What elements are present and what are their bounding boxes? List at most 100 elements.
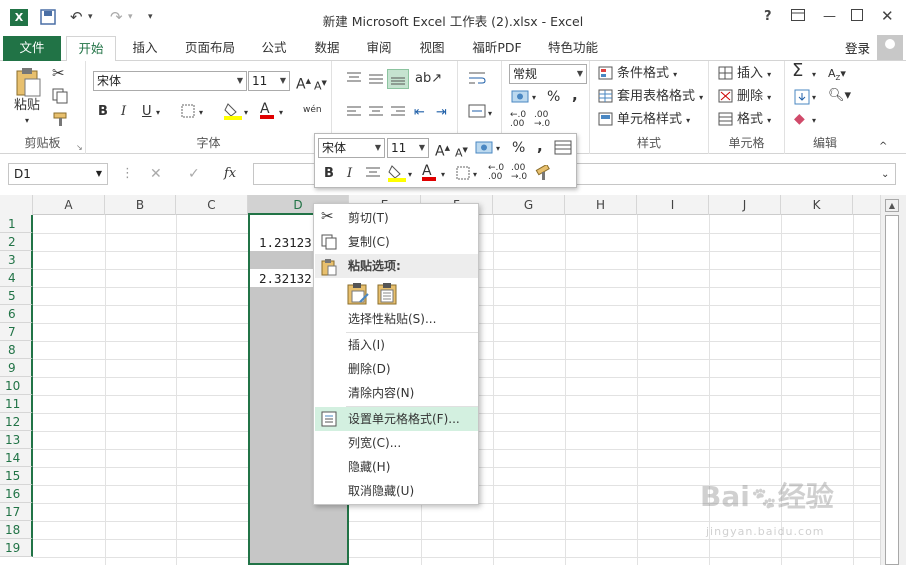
- clipboard-launcher-icon[interactable]: ↘: [76, 140, 83, 156]
- help-button[interactable]: ?: [764, 9, 772, 24]
- mini-font-size-combo[interactable]: 11 ▼: [387, 138, 429, 158]
- mini-italic-button[interactable]: I: [347, 166, 352, 182]
- menu-item-delete[interactable]: 删除(D): [315, 357, 478, 381]
- row-header[interactable]: 8: [0, 341, 33, 359]
- align-middle-icon[interactable]: [368, 71, 384, 90]
- underline-button[interactable]: U: [142, 104, 152, 120]
- copy-icon[interactable]: [52, 88, 70, 109]
- increase-indent-icon[interactable]: ⇥: [436, 105, 447, 121]
- font-color-dropdown-icon[interactable]: ▾: [279, 105, 283, 121]
- confirm-entry-icon[interactable]: ✓: [188, 166, 200, 182]
- mini-format-table-icon[interactable]: [554, 140, 572, 161]
- row-header[interactable]: 17: [0, 503, 33, 521]
- row-header[interactable]: 6: [0, 305, 33, 323]
- close-icon[interactable]: ✕: [881, 7, 894, 25]
- avatar[interactable]: [877, 35, 903, 60]
- autosum-icon[interactable]: Σ: [792, 62, 803, 80]
- mini-accounting-dropdown-icon[interactable]: ▾: [496, 141, 500, 157]
- mini-grow-font-icon[interactable]: A▲: [435, 140, 450, 160]
- mini-border-dropdown-icon[interactable]: ▾: [473, 167, 477, 183]
- align-top-icon[interactable]: [346, 71, 362, 90]
- conditional-format-button[interactable]: 条件格式 ▾: [617, 66, 707, 83]
- row-header[interactable]: 18: [0, 521, 33, 539]
- minimize-icon[interactable]: —: [823, 9, 836, 24]
- mini-font-color-icon[interactable]: A: [422, 163, 436, 181]
- row-header[interactable]: 15: [0, 467, 33, 485]
- column-header-k[interactable]: K: [781, 195, 853, 215]
- row-header[interactable]: 1: [0, 215, 33, 233]
- mini-font-color-dropdown-icon[interactable]: ▾: [441, 167, 445, 183]
- phonetic-icon[interactable]: wén: [303, 102, 322, 118]
- row-header[interactable]: 7: [0, 323, 33, 341]
- column-header-j[interactable]: J: [709, 195, 781, 215]
- cancel-entry-icon[interactable]: ✕: [150, 166, 162, 182]
- mini-border-icon[interactable]: [456, 166, 470, 185]
- column-header-h[interactable]: H: [565, 195, 637, 215]
- insert-function-icon[interactable]: fx: [224, 166, 236, 182]
- increase-decimal-icon[interactable]: ←.0.00: [510, 111, 532, 129]
- mini-bold-button[interactable]: B: [324, 166, 334, 182]
- align-center-icon[interactable]: [368, 105, 384, 124]
- sort-filter-icon[interactable]: AZ▾: [828, 66, 846, 86]
- tab-features[interactable]: 特色功能: [541, 36, 605, 61]
- grow-font-icon[interactable]: A▲: [296, 73, 311, 93]
- row-header[interactable]: 16: [0, 485, 33, 503]
- paste-button-label[interactable]: 粘贴: [14, 98, 40, 114]
- autosum-dropdown-icon[interactable]: ▾: [812, 67, 816, 83]
- tab-home[interactable]: 开始: [66, 36, 116, 62]
- mini-font-name-combo[interactable]: 宋体 ▼: [318, 138, 385, 158]
- format-painter-icon[interactable]: [52, 111, 70, 132]
- row-header[interactable]: 3: [0, 251, 33, 269]
- clear-dropdown-icon[interactable]: ▾: [812, 113, 816, 129]
- cell-d4-value[interactable]: 2.32132: [259, 271, 312, 286]
- tab-insert[interactable]: 插入: [124, 36, 166, 61]
- column-header-g[interactable]: G: [493, 195, 565, 215]
- align-left-icon[interactable]: [346, 105, 362, 124]
- fill-icon[interactable]: [794, 89, 810, 110]
- column-header-a[interactable]: A: [33, 195, 105, 215]
- tab-data[interactable]: 数据: [306, 36, 348, 61]
- menu-item-column-width[interactable]: 列宽(C)...: [315, 431, 478, 455]
- mini-shrink-font-icon[interactable]: A▼: [455, 142, 468, 162]
- format-cells-button[interactable]: 格式 ▾: [737, 112, 785, 129]
- collapse-ribbon-icon[interactable]: ^: [879, 139, 887, 155]
- italic-button[interactable]: I: [121, 104, 126, 120]
- underline-dropdown-icon[interactable]: ▾: [156, 105, 160, 121]
- tab-file[interactable]: 文件: [3, 36, 61, 61]
- clear-icon[interactable]: ◆: [794, 111, 805, 127]
- decrease-decimal-icon[interactable]: .00 →.0: [534, 111, 556, 129]
- login-link[interactable]: 登录: [845, 38, 870, 57]
- ribbon-display-icon[interactable]: [791, 9, 805, 25]
- font-size-combo[interactable]: 11 ▼: [248, 71, 290, 91]
- merge-dropdown-icon[interactable]: ▾: [488, 106, 492, 122]
- insert-cells-button[interactable]: 插入 ▾: [737, 66, 785, 83]
- decrease-indent-icon[interactable]: ⇤: [414, 105, 425, 121]
- accounting-dropdown-icon[interactable]: ▾: [532, 90, 536, 106]
- mini-increase-decimal-icon[interactable]: ←.0.00: [488, 164, 510, 182]
- tab-review[interactable]: 审阅: [358, 36, 400, 61]
- paste-option-values-icon[interactable]: [376, 282, 400, 309]
- border-dropdown-icon[interactable]: ▾: [199, 105, 203, 121]
- menu-item-format-cells[interactable]: 设置单元格格式(F)...: [315, 407, 478, 431]
- font-color-icon[interactable]: A: [260, 101, 274, 119]
- paste-option-formatting-icon[interactable]: [346, 282, 370, 309]
- find-select-icon[interactable]: 🔍︎▾: [828, 88, 851, 104]
- expand-formula-icon[interactable]: ⌄: [881, 167, 889, 183]
- align-bottom-icon[interactable]: [387, 69, 409, 89]
- maximize-icon[interactable]: [851, 9, 863, 25]
- cut-icon[interactable]: ✂: [52, 65, 65, 81]
- paste-icon[interactable]: [14, 67, 42, 102]
- tab-formulas[interactable]: 公式: [253, 36, 295, 61]
- tab-foxit-pdf[interactable]: 福昕PDF: [466, 36, 528, 61]
- conditional-format-icon[interactable]: [598, 66, 614, 85]
- shrink-font-icon[interactable]: A▼: [314, 75, 327, 95]
- menu-item-unhide[interactable]: 取消隐藏(U): [315, 479, 478, 503]
- format-cells-icon[interactable]: [718, 112, 734, 131]
- delete-cells-button[interactable]: 删除 ▾: [737, 89, 785, 106]
- row-header[interactable]: 19: [0, 539, 33, 557]
- row-header[interactable]: 12: [0, 413, 33, 431]
- column-header-c[interactable]: C: [176, 195, 248, 215]
- align-right-icon[interactable]: [390, 105, 406, 124]
- percent-button[interactable]: %: [547, 89, 560, 105]
- row-header[interactable]: 2: [0, 233, 33, 251]
